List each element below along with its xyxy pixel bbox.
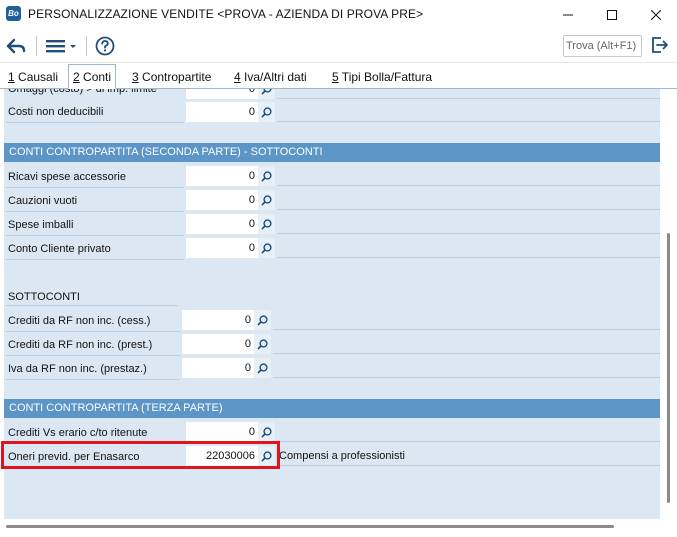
search-icon[interactable] — [258, 102, 275, 122]
highlight-box — [1, 441, 280, 469]
title-bar: Bo PERSONALIZZAZIONE VENDITE <PROVA - AZ… — [0, 0, 677, 29]
field-label: Crediti Vs erario c/to ritenute — [8, 427, 148, 439]
value-field[interactable]: 0 — [186, 89, 258, 99]
exit-icon[interactable] — [649, 33, 671, 57]
scrollbar-thumb[interactable] — [667, 233, 670, 503]
tab-conti[interactable]: 2 Conti — [68, 64, 117, 89]
divider — [6, 331, 180, 332]
field-label: Crediti da RF non inc. (prest.) — [8, 339, 153, 351]
field-label: Conto Cliente privato — [8, 243, 111, 255]
field-label: Costi non deducibili — [8, 106, 104, 118]
field-label: Omaggi (costo) > di imp. limite — [8, 89, 157, 95]
maximize-icon[interactable] — [589, 0, 635, 29]
search-icon[interactable] — [254, 358, 271, 378]
value-field[interactable]: 0 — [182, 358, 254, 378]
description-field — [277, 102, 660, 122]
close-icon[interactable] — [633, 0, 677, 29]
tab-causali[interactable]: 1 Causali — [4, 65, 62, 89]
description-field — [277, 166, 660, 186]
field-label: Crediti da RF non inc. (cess.) — [8, 315, 151, 327]
description-field — [277, 190, 660, 210]
section-header: CONTI CONTROPARTITA (SECONDA PARTE) - SO… — [4, 143, 660, 162]
tab-bar: 1 Causali 2 Conti 3 Contropartite 4 Iva/… — [0, 63, 677, 89]
section-header: CONTI CONTROPARTITA (TERZA PARTE) — [4, 399, 660, 418]
description-field: Compensi a professionisti — [277, 446, 660, 466]
divider — [6, 379, 180, 380]
tab-iva-altri-dati[interactable]: 4 Iva/Altri dati — [230, 65, 311, 89]
search-icon[interactable] — [258, 214, 275, 234]
help-circle-icon[interactable] — [94, 33, 116, 59]
search-icon[interactable] — [254, 334, 271, 354]
description-field — [277, 214, 660, 234]
toolbar-separator — [86, 36, 87, 56]
value-field[interactable]: 0 — [186, 166, 258, 186]
search-icon[interactable] — [254, 310, 271, 330]
toolbar-separator — [36, 36, 37, 56]
search-input[interactable]: Trova (Alt+F1) — [563, 35, 642, 57]
field-label: Ricavi spese accessorie — [8, 171, 126, 183]
description-field — [277, 422, 660, 442]
toolbar: Trova (Alt+F1) — [0, 29, 677, 63]
search-icon[interactable] — [258, 89, 275, 99]
description-field — [277, 238, 660, 258]
window-title: PERSONALIZZAZIONE VENDITE <PROVA - AZIEN… — [28, 7, 424, 21]
search-icon[interactable] — [258, 238, 275, 258]
divider — [6, 187, 184, 188]
divider — [6, 235, 184, 236]
value-field[interactable]: 0 — [186, 190, 258, 210]
horizontal-scrollbar[interactable] — [0, 519, 677, 537]
search-icon[interactable] — [258, 166, 275, 186]
minimize-icon[interactable] — [545, 0, 591, 29]
subsection-title: SOTTOCONTI — [8, 291, 80, 303]
field-label: Cauzioni vuoti — [8, 195, 78, 207]
scrollbar-thumb[interactable] — [6, 525, 614, 528]
field-label: Iva da RF non inc. (prestaz.) — [8, 363, 147, 375]
hamburger-menu-icon[interactable] — [44, 33, 80, 59]
value-field[interactable]: 0 — [182, 334, 254, 354]
search-icon[interactable] — [258, 190, 275, 210]
value-field[interactable]: 0 — [186, 422, 258, 442]
tab-contropartite[interactable]: 3 Contropartite — [128, 65, 215, 89]
description-field — [273, 358, 660, 378]
field-label: Spese imballi — [8, 219, 74, 231]
value-field[interactable]: 0 — [186, 102, 258, 122]
app-logo-icon: Bo — [6, 6, 21, 21]
value-field[interactable]: 0 — [186, 238, 258, 258]
description-field — [273, 334, 660, 354]
tab-tipi-bolla-fattura[interactable]: 5 Tipi Bolla/Fattura — [328, 65, 436, 89]
description-field — [273, 310, 660, 330]
divider — [6, 305, 178, 306]
divider — [6, 355, 180, 356]
description-field — [277, 89, 660, 99]
vertical-scrollbar[interactable] — [660, 89, 677, 519]
divider — [6, 122, 184, 123]
search-icon[interactable] — [258, 422, 275, 442]
value-field[interactable]: 0 — [186, 214, 258, 234]
divider — [6, 259, 184, 260]
value-field[interactable]: 0 — [182, 310, 254, 330]
divider — [6, 211, 184, 212]
undo-arrow-icon[interactable] — [4, 33, 28, 59]
